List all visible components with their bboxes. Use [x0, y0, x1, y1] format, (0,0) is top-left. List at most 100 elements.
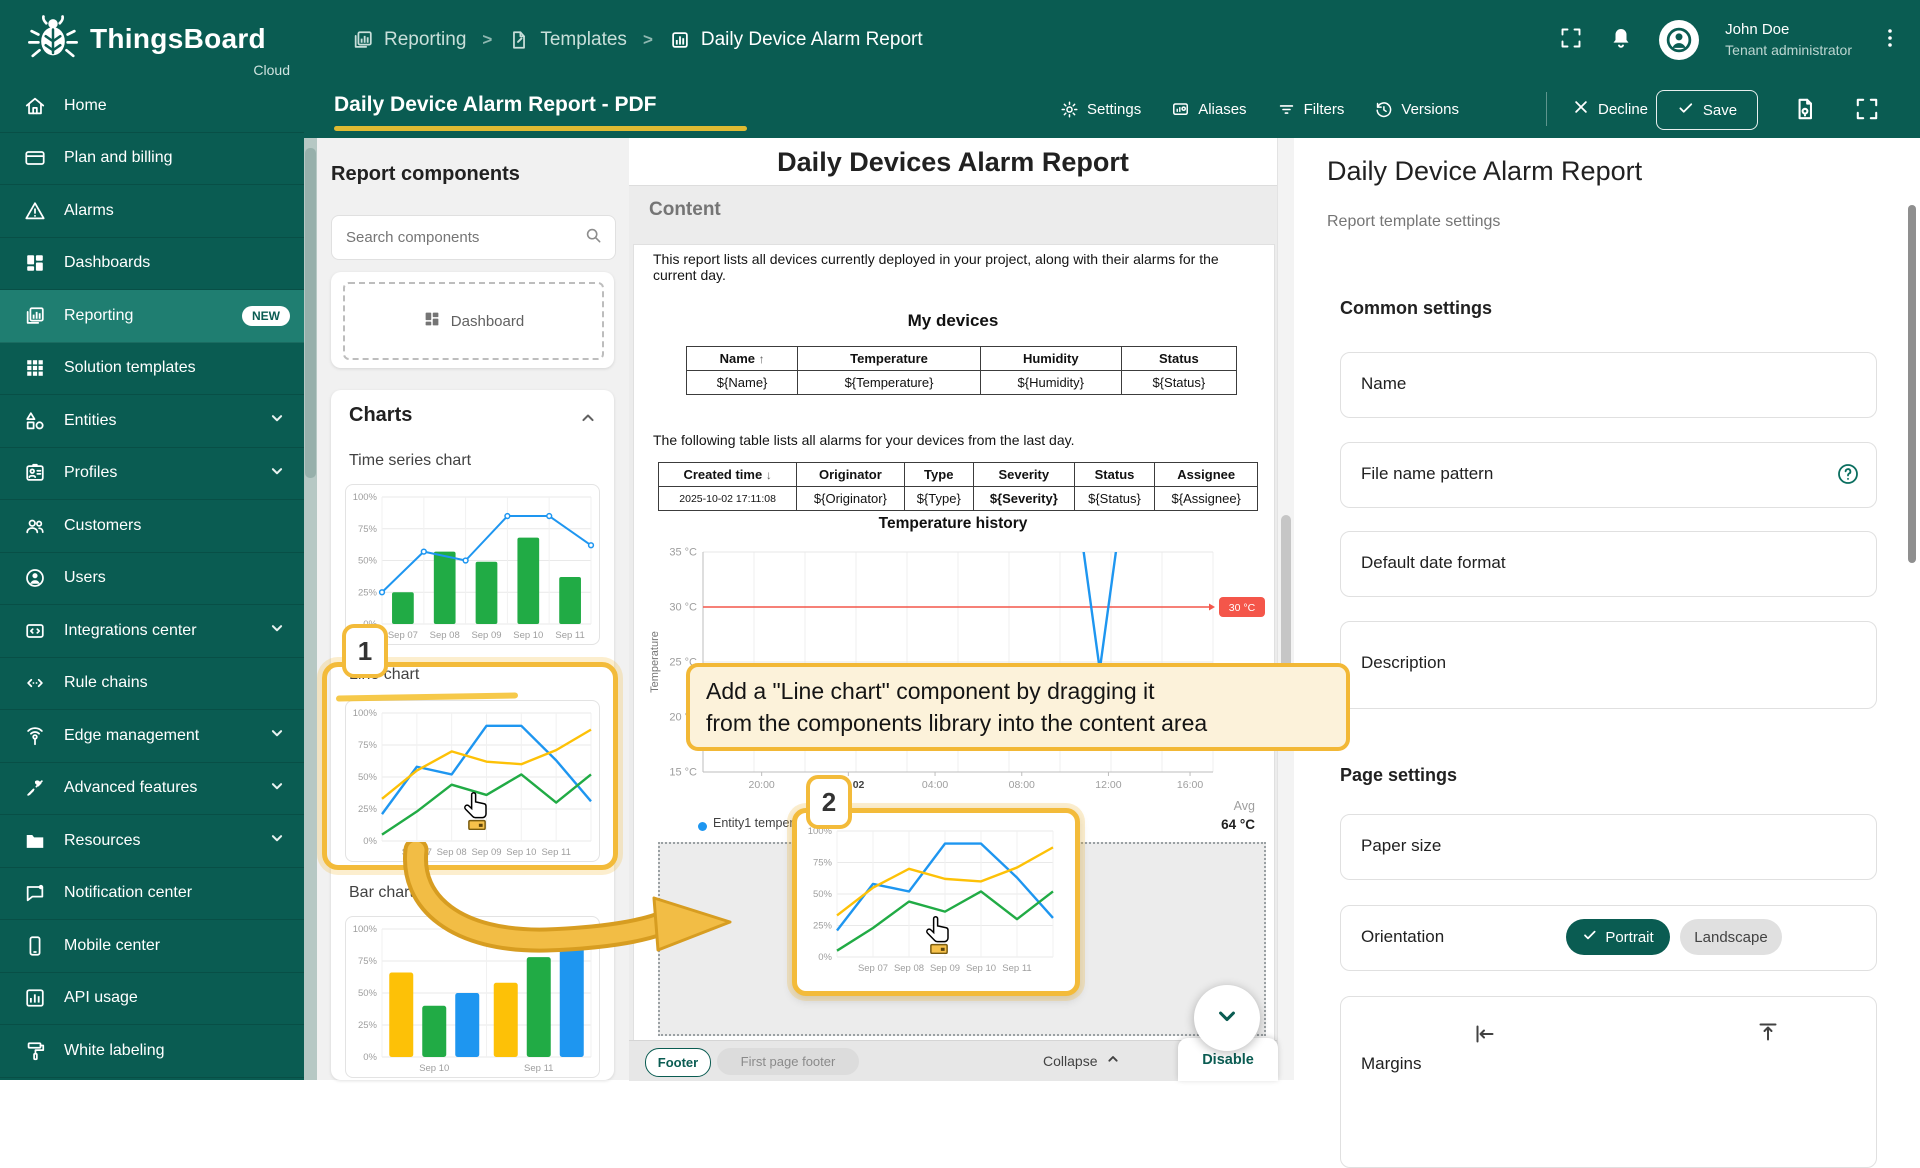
notifications-bell-icon[interactable]: [1609, 26, 1633, 55]
svg-text:Sep 11: Sep 11: [555, 630, 584, 641]
paper-size-row: Paper size: [1340, 814, 1877, 880]
margin-left-icon: [1473, 1022, 1497, 1051]
reporting-icon: [352, 29, 374, 51]
expand-fullscreen-icon[interactable]: [1854, 96, 1880, 127]
search-input[interactable]: [332, 229, 583, 246]
reporting-icon: [24, 305, 46, 327]
sidebar-item-alarms[interactable]: Alarms: [0, 185, 304, 238]
line-chart-thumbnail[interactable]: 0%25%50%75%100%Sep 07Sep 08Sep 09Sep 10S…: [345, 700, 600, 862]
first-page-footer-tab[interactable]: First page footer: [717, 1048, 859, 1075]
table-cell: ${Severity}: [973, 487, 1074, 511]
margins-row: Margins: [1340, 996, 1877, 1168]
sidebar-item-resources[interactable]: Resources: [0, 815, 304, 868]
editor-scrollbar-thumb[interactable]: [1281, 515, 1291, 685]
svg-text:Sep 10: Sep 10: [506, 847, 536, 858]
sidebar-scrollbar[interactable]: [304, 138, 317, 1080]
svg-text:15 °C: 15 °C: [669, 767, 697, 779]
sidebar-item-mobile-center[interactable]: Mobile center: [0, 920, 304, 973]
dashboard-icon: [423, 310, 441, 332]
sidebar-item-customers[interactable]: Customers: [0, 500, 304, 553]
paper-size-label: Paper size: [1361, 836, 1441, 856]
versions-button[interactable]: Versions: [1374, 100, 1459, 119]
generate-preview-icon[interactable]: [1792, 96, 1818, 127]
sidebar-item-home[interactable]: Home: [0, 80, 304, 133]
sidebar-item-notification-center[interactable]: Notification center: [0, 868, 304, 921]
sidebar-item-reporting[interactable]: ReportingNEW: [0, 290, 304, 343]
landscape-toggle[interactable]: Landscape: [1680, 919, 1782, 955]
help-question-icon[interactable]: [1836, 462, 1860, 491]
tooltip-line1: Add a "Line chart" component by dragging…: [706, 675, 1330, 707]
dashboard-component[interactable]: Dashboard: [343, 282, 604, 360]
bar-chart-thumbnail[interactable]: 0%25%50%75%100%Sep 10Sep 11: [345, 916, 600, 1078]
thingsboard-logo[interactable]: ThingsBoard Cloud: [26, 12, 266, 71]
svg-text:Sep 11: Sep 11: [541, 847, 570, 858]
collapse-control[interactable]: Collapse: [1043, 1051, 1121, 1070]
editor-scrollbar[interactable]: [1277, 138, 1294, 1080]
topbar-right-cluster: John Doe Tenant administrator: [1559, 0, 1902, 80]
svg-text:25%: 25%: [358, 1020, 378, 1031]
fullscreen-icon[interactable]: [1559, 26, 1583, 55]
sidebar-item-label: Notification center: [64, 884, 192, 902]
footer-tab[interactable]: Footer: [645, 1048, 711, 1077]
svg-text:Sep 11: Sep 11: [1002, 963, 1031, 974]
sidebar-item-plan-and-billing[interactable]: Plan and billing: [0, 133, 304, 186]
settings-scrollbar-thumb[interactable]: [1908, 205, 1916, 563]
sidebar-item-solution-templates[interactable]: Solution templates: [0, 343, 304, 396]
dropped-line-chart-card[interactable]: 0%25%50%75%100%Sep 07Sep 08Sep 09Sep 10S…: [792, 808, 1080, 996]
default-date-format-label: Default date format: [1361, 553, 1506, 573]
grid-icon: [24, 357, 46, 379]
name-label: Name: [1361, 374, 1406, 394]
filter-icon: [1277, 100, 1296, 119]
table-header: Name ↑: [687, 347, 798, 371]
sidebar-item-api-usage[interactable]: API usage: [0, 973, 304, 1026]
credit-card-icon: [24, 147, 46, 169]
table-cell: ${Assignee}: [1155, 487, 1258, 511]
table-row: ${Name}${Temperature}${Humidity}${Status…: [687, 371, 1237, 395]
settings-label: Settings: [1087, 101, 1141, 118]
more-menu-icon[interactable]: [1878, 26, 1902, 55]
charts-collapse-chevron-icon[interactable]: [578, 408, 598, 433]
sidebar-item-advanced-features[interactable]: Advanced features: [0, 763, 304, 816]
x-icon: [1572, 98, 1590, 120]
sidebar-item-profiles[interactable]: Profiles: [0, 448, 304, 501]
sidebar-item-integrations-center[interactable]: Integrations center: [0, 605, 304, 658]
template-title: Daily Device Alarm Report - PDF: [334, 93, 657, 117]
dashboard-icon: [24, 252, 46, 274]
chev-down-icon: [268, 409, 286, 427]
table-header: Status: [1121, 347, 1236, 371]
table-cell: ${Temperature}: [798, 371, 981, 395]
svg-text:75%: 75%: [358, 956, 378, 967]
sidebar-scrollbar-thumb[interactable]: [305, 148, 316, 478]
save-button[interactable]: Save: [1656, 90, 1758, 130]
sidebar-item-entities[interactable]: Entities: [0, 395, 304, 448]
aliases-button[interactable]: Aliases: [1171, 100, 1246, 119]
portrait-toggle[interactable]: Portrait: [1566, 919, 1670, 955]
name-field-row: Name: [1340, 352, 1877, 418]
time-series-chart-thumbnail[interactable]: 0%25%50%75%100%Sep 07Sep 08Sep 09Sep 10S…: [345, 484, 600, 645]
svg-text:50%: 50%: [358, 772, 378, 783]
avatar[interactable]: [1659, 20, 1699, 60]
settings-button[interactable]: Settings: [1060, 100, 1141, 119]
avg-column-label: Avg: [1150, 799, 1255, 813]
table-cell: ${Name}: [687, 371, 798, 395]
sidebar-item-rule-chains[interactable]: Rule chains: [0, 658, 304, 711]
svg-text:100%: 100%: [353, 708, 378, 719]
breadcrumb-label: Reporting: [384, 29, 466, 51]
sidebar-item-white-labeling[interactable]: White labeling: [0, 1025, 304, 1078]
alarms-intro-text: The following table lists all alarms for…: [653, 432, 1258, 448]
components-search[interactable]: [331, 215, 616, 260]
default-date-format-row: Default date format: [1340, 531, 1877, 597]
scroll-down-button[interactable]: [1194, 985, 1260, 1051]
sidebar-item-edge-management[interactable]: Edge management: [0, 710, 304, 763]
filters-button[interactable]: Filters: [1277, 100, 1345, 119]
breadcrumb-templates[interactable]: Templates: [508, 29, 627, 51]
breadcrumb-reporting[interactable]: Reporting: [352, 29, 466, 51]
bar-top-icon: [1756, 1020, 1780, 1044]
breadcrumb-daily-device-alarm-report[interactable]: Daily Device Alarm Report: [669, 29, 923, 51]
devices-table-title: My devices: [629, 311, 1277, 331]
hint-tooltip: Add a "Line chart" component by dragging…: [686, 663, 1350, 751]
sidebar-item-dashboards[interactable]: Dashboards: [0, 238, 304, 291]
sidebar-item-users[interactable]: Users: [0, 553, 304, 606]
decline-button[interactable]: Decline: [1572, 91, 1648, 127]
temperature-history-title: Temperature history: [629, 515, 1277, 533]
